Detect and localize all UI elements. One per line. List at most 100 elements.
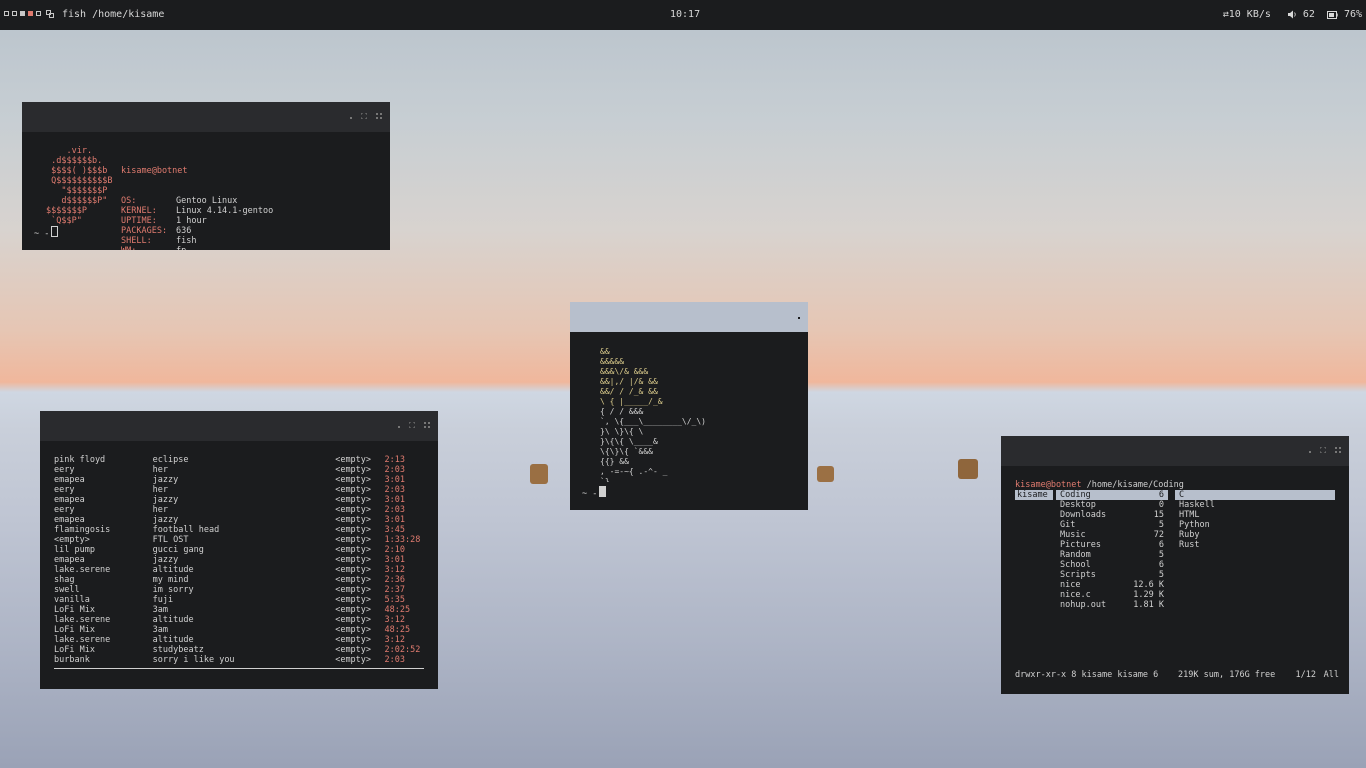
file-name: Git [1060, 520, 1076, 530]
track-list[interactable]: pink floyd eclipse <empty> 2:13 eery her <empt… [54, 455, 424, 665]
workspace-2[interactable] [12, 11, 17, 16]
close-icon[interactable] [376, 113, 382, 119]
track-duration: 2:10 [384, 545, 406, 555]
minimize-icon[interactable] [1309, 451, 1311, 453]
track-album: <empty> [335, 465, 372, 475]
file-size: 5 [1158, 520, 1164, 530]
window-titlebar[interactable] [22, 102, 390, 132]
track-row[interactable]: vanilla fuji <empty> 5:35 [54, 595, 424, 605]
track-row[interactable]: flamingosis football head <empty> 3:45 [54, 525, 424, 535]
file-name: Random [1060, 550, 1091, 560]
file-entry[interactable]: Scripts 5 [1056, 570, 1168, 580]
art-line: { / / &&& [600, 407, 644, 416]
track-row[interactable]: shag my mind <empty> 2:36 [54, 575, 424, 585]
window-titlebar[interactable] [40, 411, 438, 441]
maximize-icon[interactable] [361, 113, 367, 119]
info-key: WM: [121, 246, 176, 250]
file-manager-window[interactable]: kisame@botnet /home/kisame/Coding kisame… [1001, 436, 1349, 694]
art-line: `} [600, 476, 610, 482]
track-title: gucci gang [152, 545, 204, 555]
scroll-indicator: All [1323, 670, 1339, 680]
shell-prompt[interactable]: ~ - [34, 226, 59, 239]
minimize-icon[interactable] [798, 317, 800, 319]
track-row[interactable]: lil pump gucci gang <empty> 2:10 [54, 545, 424, 555]
preview-entry[interactable]: Haskell [1175, 500, 1335, 510]
file-entry[interactable]: nohup.out 1.81 K [1056, 600, 1168, 610]
track-row[interactable]: <empty> FTL OST <empty> 1:33:28 [54, 535, 424, 545]
battery-icon [1326, 10, 1338, 19]
track-duration: 2:03 [384, 485, 406, 495]
track-row[interactable]: lake.serene altitude <empty> 3:12 [54, 565, 424, 575]
directory-listing[interactable]: Coding 6 Desktop 0 Downloads 15 Git 5 Music 72 Pic… [1056, 490, 1168, 610]
wooden-post [958, 459, 978, 479]
current-path: /home/kisame/Coding [1086, 480, 1184, 490]
workspace-4[interactable] [28, 11, 33, 16]
preview-entry[interactable]: Rust [1175, 540, 1335, 550]
file-entry[interactable]: Music 72 [1056, 530, 1168, 540]
track-artist: vanilla [54, 595, 90, 605]
file-name: nice [1060, 580, 1081, 590]
track-artist: eery [54, 465, 75, 475]
minimize-icon[interactable] [350, 117, 352, 119]
info-row: SHELL: fish [121, 236, 381, 246]
track-artist: LoFi Mix [54, 645, 95, 655]
workspace-5[interactable] [36, 11, 41, 16]
preview-entry[interactable]: Ruby [1175, 530, 1335, 540]
ascii-art-terminal-window[interactable]: && &&&&& &&&\/& &&& &&|,/ |/& && &&/ / /… [570, 302, 808, 510]
preview-entry[interactable]: Python [1175, 520, 1335, 530]
window-titlebar[interactable] [1001, 436, 1349, 466]
volume-icon[interactable] [1287, 10, 1297, 19]
preview-pane[interactable]: C Haskell HTML Python Ruby Rust [1175, 490, 1335, 550]
file-entry[interactable]: nice 12.6 K [1056, 580, 1168, 590]
track-album: <empty> [335, 575, 372, 585]
track-album: <empty> [335, 485, 372, 495]
wooden-post [817, 466, 834, 482]
workspace-1[interactable] [4, 11, 9, 16]
track-row[interactable]: eery her <empty> 2:03 [54, 505, 424, 515]
track-row[interactable]: emapea jazzy <empty> 3:01 [54, 495, 424, 505]
info-value: 1 hour [176, 216, 207, 226]
file-entry[interactable]: Random 5 [1056, 550, 1168, 560]
music-player-window[interactable]: pink floyd eclipse <empty> 2:13 eery her <empt… [40, 411, 438, 689]
window-titlebar[interactable] [570, 302, 808, 349]
parent-directory[interactable]: kisame [1015, 490, 1053, 500]
file-entry[interactable]: School 6 [1056, 560, 1168, 570]
track-title: football head [152, 525, 220, 535]
track-row[interactable]: emapea jazzy <empty> 3:01 [54, 475, 424, 485]
track-row[interactable]: eery her <empty> 2:03 [54, 485, 424, 495]
file-entry[interactable]: Downloads 15 [1056, 510, 1168, 520]
track-row[interactable]: pink floyd eclipse <empty> 2:13 [54, 455, 424, 465]
file-entry[interactable]: nice.c 1.29 K [1056, 590, 1168, 600]
track-row[interactable]: swell im sorry <empty> 2:37 [54, 585, 424, 595]
maximize-icon[interactable] [1320, 447, 1326, 453]
track-row[interactable]: burbank sorry i like you <empty> 2:03 [54, 655, 424, 665]
preview-entry[interactable]: C [1175, 490, 1335, 500]
gentoo-ascii-logo: .vir. .d$$$$$$b. $$$$( )$$$b Q$$$$$$$$$$… [46, 146, 113, 226]
file-entry[interactable]: Desktop 0 [1056, 500, 1168, 510]
file-entry[interactable]: Coding 6 [1056, 490, 1168, 500]
minimize-icon[interactable] [398, 426, 400, 428]
file-entry[interactable]: Git 5 [1056, 520, 1168, 530]
tile-layout-icon[interactable] [46, 10, 54, 18]
track-row[interactable]: eery her <empty> 2:03 [54, 465, 424, 475]
workspace-3[interactable] [20, 11, 25, 16]
track-artist: lil pump [54, 545, 95, 555]
neofetch-terminal-window[interactable]: .vir. .d$$$$$$b. $$$$( )$$$b Q$$$$$$$$$$… [22, 102, 390, 250]
shell-prompt[interactable]: ~ - [582, 486, 607, 499]
track-row[interactable]: LoFi Mix 3am <empty> 48:25 [54, 605, 424, 615]
track-row[interactable]: emapea jazzy <empty> 3:01 [54, 515, 424, 525]
track-row[interactable]: LoFi Mix 3am <empty> 48:25 [54, 625, 424, 635]
info-value: 636 [176, 226, 192, 236]
close-icon[interactable] [1335, 447, 1341, 453]
track-row[interactable]: LoFi Mix studybeatz <empty> 2:02:52 [54, 645, 424, 655]
volume-level: 62 [1302, 9, 1315, 20]
maximize-icon[interactable] [409, 422, 415, 428]
info-key: PACKAGES: [121, 226, 168, 236]
preview-entry[interactable]: HTML [1175, 510, 1335, 520]
file-entry[interactable]: Pictures 6 [1056, 540, 1168, 550]
track-album: <empty> [335, 565, 372, 575]
track-row[interactable]: emapea jazzy <empty> 3:01 [54, 555, 424, 565]
track-row[interactable]: lake.serene altitude <empty> 3:12 [54, 615, 424, 625]
close-icon[interactable] [424, 422, 430, 428]
track-row[interactable]: lake.serene altitude <empty> 3:12 [54, 635, 424, 645]
